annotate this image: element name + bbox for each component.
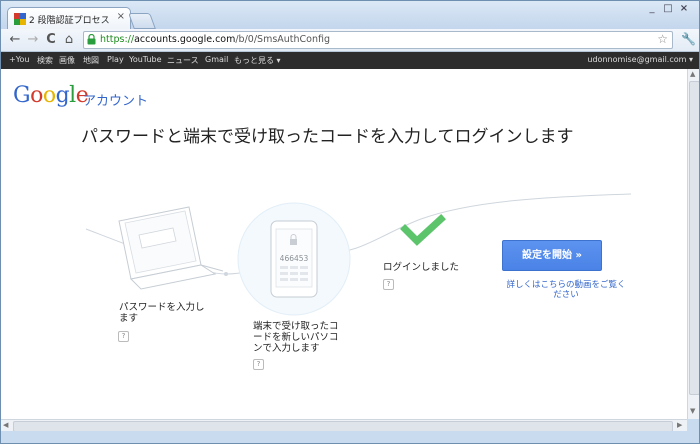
close-tab-icon[interactable]: × <box>117 11 125 22</box>
gbar-item-play[interactable]: Play <box>107 55 124 64</box>
step-3-help-icon[interactable]: ? <box>383 279 394 290</box>
back-icon[interactable]: ← <box>7 32 23 48</box>
step-1-help-icon[interactable]: ? <box>118 331 129 342</box>
scroll-up-icon[interactable]: ▲ <box>690 70 695 78</box>
url-path: /b/0/SmsAuthConfig <box>235 34 331 45</box>
wrench-icon[interactable]: 🔧 <box>681 32 696 46</box>
url-text: https://accounts.google.com/b/0/SmsAuthC… <box>100 34 330 45</box>
vertical-scroll-thumb[interactable] <box>689 81 699 395</box>
video-help-link[interactable]: 詳しくはこちらの動画をご覧ください <box>503 280 629 300</box>
laptop-icon <box>118 206 224 290</box>
step-2-caption: 端末で受け取ったコードを新しいパソコンで入力します <box>253 321 339 354</box>
tab-strip: 2 段階認証プロセス × _ □ × <box>1 1 699 30</box>
browser-tab[interactable]: 2 段階認証プロセス × <box>7 7 131 30</box>
gbar-item-youtube[interactable]: YouTube <box>129 55 162 64</box>
gbar-item-images[interactable]: 画像 <box>59 55 75 66</box>
address-bar[interactable]: https://accounts.google.com/b/0/SmsAuthC… <box>83 31 673 49</box>
gbar-item-you[interactable]: +You <box>9 55 30 64</box>
browser-toolbar: ← → C ⌂ https://accounts.google.com/b/0/… <box>1 29 699 52</box>
favicon-icon <box>14 13 26 25</box>
scroll-down-icon[interactable]: ▼ <box>690 407 695 415</box>
checkmark-icon <box>400 214 446 246</box>
close-window-icon[interactable]: × <box>677 3 691 14</box>
gbar-item-gmail[interactable]: Gmail <box>205 55 228 64</box>
vertical-scrollbar[interactable]: ▲ ▼ <box>687 69 699 419</box>
step-3-caption: ログインしました <box>383 262 460 273</box>
bookmark-star-icon[interactable]: ☆ <box>657 32 668 46</box>
maximize-icon[interactable]: □ <box>661 3 675 14</box>
scroll-left-icon[interactable]: ◀ <box>3 421 8 429</box>
lock-icon <box>87 34 96 45</box>
new-tab-button[interactable] <box>128 13 156 29</box>
home-icon[interactable]: ⌂ <box>61 32 77 48</box>
start-setup-button[interactable]: 設定を開始 » <box>502 240 602 271</box>
browser-window: 2 段階認証プロセス × _ □ × ← → C ⌂ https://accou… <box>0 0 700 444</box>
reload-icon[interactable]: C <box>43 32 59 48</box>
scroll-right-icon[interactable]: ▶ <box>677 421 682 429</box>
connector-dot <box>224 272 228 276</box>
gbar-item-news[interactable]: ニュース <box>167 55 199 66</box>
tab-title: 2 段階認証プロセス <box>29 16 110 26</box>
minimize-icon[interactable]: _ <box>645 3 659 14</box>
page-content: Google アカウント パスワードと端末で受け取ったコードを入力してログインし… <box>1 69 687 419</box>
user-account-menu[interactable]: udonnomise@gmail.com ▾ <box>587 55 693 64</box>
gbar-item-maps[interactable]: 地図 <box>83 55 99 66</box>
step-1-caption: パスワードを入力します <box>119 302 205 324</box>
url-host: accounts.google.com <box>134 34 236 45</box>
gbar-item-search[interactable]: 検索 <box>37 55 53 66</box>
gbar-item-more[interactable]: もっと見る ▾ <box>234 55 281 66</box>
forward-icon[interactable]: → <box>25 32 41 48</box>
status-bar <box>1 431 699 443</box>
step-2-help-icon[interactable]: ? <box>253 359 264 370</box>
url-scheme: https:// <box>100 34 135 45</box>
google-bar: +You 検索 画像 地図 Play YouTube ニュース Gmail もっ… <box>1 52 699 69</box>
phone-code: 466453 <box>280 254 309 263</box>
